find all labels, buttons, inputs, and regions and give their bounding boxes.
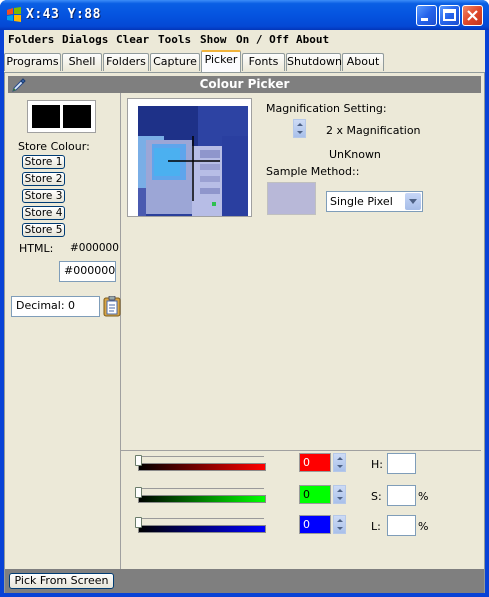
tab-folders[interactable]: Folders xyxy=(103,53,149,71)
l-label: L: xyxy=(371,520,381,533)
chevron-down-icon[interactable] xyxy=(405,193,421,210)
pick-from-screen-button[interactable]: Pick From Screen xyxy=(9,573,114,589)
l-percent: % xyxy=(418,520,429,533)
red-slider-track[interactable] xyxy=(138,463,266,471)
s-percent: % xyxy=(418,490,429,503)
minimize-button[interactable] xyxy=(416,5,437,26)
decimal-field[interactable]: Decimal: 0 xyxy=(11,296,100,317)
menu-tools[interactable]: Tools xyxy=(158,33,191,46)
h-field[interactable] xyxy=(387,453,416,474)
store-5-button[interactable]: Store 5 xyxy=(22,223,65,237)
sample-method-label: Sample Method:: xyxy=(266,165,360,178)
section-title: Colour Picker xyxy=(199,77,290,91)
green-value-field[interactable]: 0 xyxy=(299,485,331,504)
colour-sliders-panel: 0 H: 0 S: % 0 L: % xyxy=(121,450,481,569)
green-slider-thumb[interactable] xyxy=(135,487,142,498)
store-4-button[interactable]: Store 4 xyxy=(22,206,65,220)
red-spinner[interactable] xyxy=(333,453,346,472)
tab-capture[interactable]: Capture xyxy=(150,53,200,71)
html-label: HTML: xyxy=(19,242,54,255)
l-field[interactable] xyxy=(387,515,416,536)
tab-programs[interactable]: Programs xyxy=(4,53,61,71)
menu-dialogs[interactable]: Dialogs xyxy=(62,33,108,46)
app-window: X:43 Y:88 Folders Dialogs Clear Tools Sh… xyxy=(0,0,489,597)
magnified-image xyxy=(138,106,248,216)
magnification-spinner[interactable] xyxy=(293,119,306,138)
slider-guide xyxy=(138,518,264,519)
s-field[interactable] xyxy=(387,485,416,506)
tab-shutdown[interactable]: Shutdown xyxy=(286,53,342,71)
colour-swatch-secondary xyxy=(63,105,91,128)
maximize-button[interactable] xyxy=(439,5,460,26)
menu-about[interactable]: About xyxy=(296,33,329,46)
s-label: S: xyxy=(371,490,382,503)
main-panel: Magnification Setting: 2 x Magnification… xyxy=(121,93,481,449)
picker-page: Colour Picker Store Colour: Store 1 Stor… xyxy=(4,72,485,593)
maximize-icon xyxy=(443,9,456,21)
magnification-label: Magnification Setting: xyxy=(266,102,387,115)
store-1-button[interactable]: Store 1 xyxy=(22,155,65,169)
store-2-button[interactable]: Store 2 xyxy=(22,172,65,186)
tab-shell[interactable]: Shell xyxy=(62,53,102,71)
html-field[interactable]: #000000 xyxy=(59,261,116,282)
window-title: X:43 Y:88 xyxy=(26,7,101,22)
tab-picker[interactable]: Picker xyxy=(201,50,241,72)
green-spinner[interactable] xyxy=(333,485,346,504)
close-button[interactable] xyxy=(462,5,483,26)
tab-fonts[interactable]: Fonts xyxy=(242,53,285,71)
blue-spinner[interactable] xyxy=(333,515,346,534)
unknown-label: UnKnown xyxy=(329,148,381,161)
client-area: Folders Dialogs Clear Tools Show On / Of… xyxy=(4,30,485,593)
section-header: Colour Picker xyxy=(8,76,481,93)
store-colour-label: Store Colour: xyxy=(18,140,90,153)
menu-on-off[interactable]: On / Off xyxy=(236,33,289,46)
green-slider-track[interactable] xyxy=(138,495,266,503)
slider-guide xyxy=(138,488,264,489)
h-label: H: xyxy=(371,458,383,471)
store-3-button[interactable]: Store 3 xyxy=(22,189,65,203)
sample-method-value: Single Pixel xyxy=(330,195,393,208)
colour-swatch-primary xyxy=(32,105,60,128)
blue-value-field[interactable]: 0 xyxy=(299,515,331,534)
magnifier-view xyxy=(127,98,252,217)
menu-clear[interactable]: Clear xyxy=(116,33,149,46)
minimize-icon xyxy=(421,18,428,21)
current-colour-swatch xyxy=(27,100,96,133)
sample-method-select[interactable]: Single Pixel xyxy=(326,191,423,212)
menu-folders[interactable]: Folders xyxy=(8,33,54,46)
tab-strip: Programs Shell Folders Capture Picker Fo… xyxy=(4,50,485,72)
html-value: #000000 xyxy=(70,242,119,254)
clipboard-icon[interactable] xyxy=(103,296,121,317)
blue-slider-track[interactable] xyxy=(138,525,266,533)
menu-bar: Folders Dialogs Clear Tools Show On / Of… xyxy=(4,30,485,50)
magnification-value: 2 x Magnification xyxy=(326,124,421,137)
slider-guide xyxy=(138,456,264,457)
eyedropper-icon[interactable] xyxy=(11,77,27,93)
spin-down-icon[interactable] xyxy=(297,131,303,134)
title-bar[interactable]: X:43 Y:88 xyxy=(0,0,489,30)
blue-slider-thumb[interactable] xyxy=(135,517,142,528)
left-panel: Store Colour: Store 1 Store 2 Store 3 St… xyxy=(8,93,121,570)
close-icon xyxy=(467,10,478,21)
menu-show[interactable]: Show xyxy=(200,33,227,46)
app-icon xyxy=(7,7,21,22)
bottom-bar: Pick From Screen xyxy=(5,569,484,593)
spin-up-icon[interactable] xyxy=(297,123,303,126)
sample-colour-swatch xyxy=(267,182,316,215)
tab-about[interactable]: About xyxy=(342,53,384,71)
red-value-field[interactable]: 0 xyxy=(299,453,331,472)
red-slider-thumb[interactable] xyxy=(135,455,142,466)
